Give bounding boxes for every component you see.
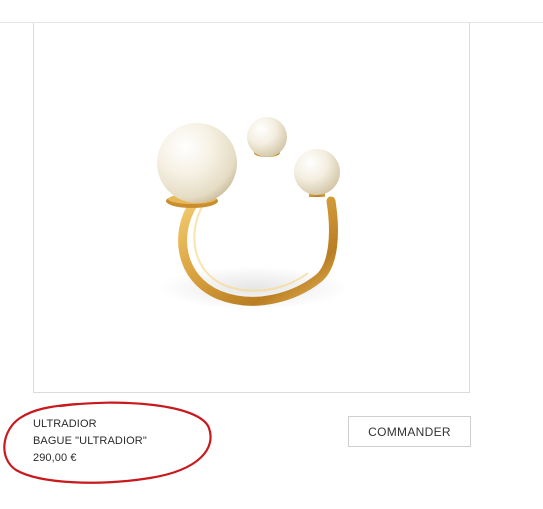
product-image-frame[interactable] xyxy=(33,23,470,393)
product-name: BAGUE "ULTRADIOR" xyxy=(33,435,147,447)
order-button[interactable]: COMMANDER xyxy=(348,416,471,447)
pearl-ring-image xyxy=(157,117,349,310)
product-collection: ULTRADIOR xyxy=(33,418,97,430)
product-info: ULTRADIOR BAGUE "ULTRADIOR" 290,00 € xyxy=(33,416,203,467)
product-price: 290,00 € xyxy=(33,452,77,464)
